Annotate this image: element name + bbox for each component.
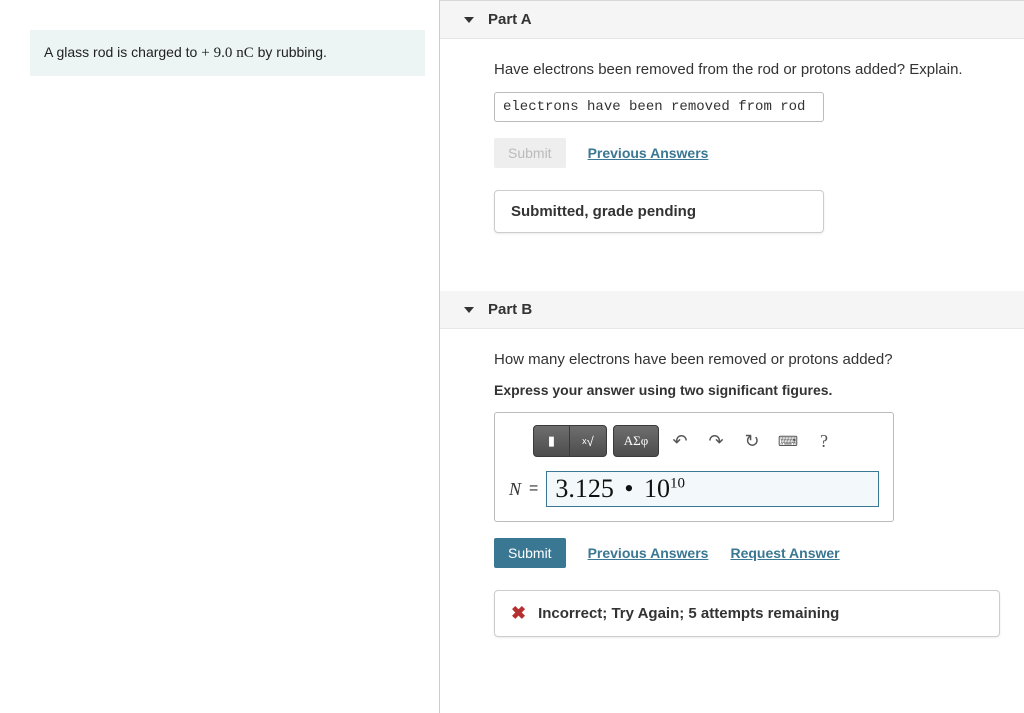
caret-down-icon (464, 17, 474, 23)
answer-ten: 10 (644, 474, 670, 503)
variable-label: N (509, 479, 521, 500)
answer-panel: Part A Have electrons been removed from … (440, 0, 1024, 713)
part-b-status: ✖ Incorrect; Try Again; 5 attempts remai… (494, 590, 1000, 637)
greek-icon[interactable]: ΑΣφ (614, 426, 658, 456)
problem-suffix: by rubbing. (254, 44, 327, 60)
equation-input[interactable]: 3.125 • 1010 (546, 471, 879, 507)
caret-down-icon (464, 307, 474, 313)
equation-toolbar: ▮ x√ ΑΣφ ↶ ↷ ↻ ⌨ ? (509, 425, 879, 457)
part-a-previous-answers-link[interactable]: Previous Answers (588, 145, 709, 161)
part-a-body: Have electrons been removed from the rod… (440, 39, 1024, 261)
problem-value: 9.0 (214, 45, 233, 61)
problem-prefix: A glass rod is charged to (44, 44, 201, 60)
problem-unit: nC (236, 45, 254, 61)
equation-input-row: N = 3.125 • 1010 (509, 471, 879, 507)
part-b-submit-button[interactable]: Submit (494, 538, 566, 568)
radical-icon[interactable]: x√ (570, 426, 606, 456)
part-a-answer-input[interactable]: electrons have been removed from rod (494, 92, 824, 122)
part-b-instruction: Express your answer using two significan… (494, 382, 1000, 398)
part-b-previous-answers-link[interactable]: Previous Answers (588, 545, 709, 561)
part-b-question: How many electrons have been removed or … (494, 351, 1000, 368)
part-b-title: Part B (488, 301, 532, 318)
answer-dot: • (620, 474, 637, 503)
part-a-status: Submitted, grade pending (494, 190, 824, 233)
answer-base: 3.125 (555, 474, 614, 503)
part-a-submit-button: Submit (494, 138, 566, 168)
part-b-request-answer-link[interactable]: Request Answer (730, 545, 839, 561)
tool-group-templates: ▮ x√ (533, 425, 607, 457)
part-b-status-text: Incorrect; Try Again; 5 attempts remaini… (538, 605, 839, 622)
redo-icon[interactable]: ↷ (701, 426, 731, 456)
problem-panel: A glass rod is charged to + 9.0 nC by ru… (0, 0, 440, 713)
problem-sign: + (201, 45, 209, 61)
tool-group-greek: ΑΣφ (613, 425, 659, 457)
keyboard-icon[interactable]: ⌨ (773, 426, 803, 456)
template-icon[interactable]: ▮ (534, 426, 570, 456)
page: A glass rod is charged to + 9.0 nC by ru… (0, 0, 1024, 713)
part-a-title: Part A (488, 11, 532, 28)
spacer (440, 261, 1024, 291)
equation-editor: ▮ x√ ΑΣφ ↶ ↷ ↻ ⌨ ? N = 3.125 (494, 412, 894, 522)
part-a-question: Have electrons been removed from the rod… (494, 61, 1000, 78)
undo-icon[interactable]: ↶ (665, 426, 695, 456)
answer-exponent: 10 (670, 475, 685, 491)
part-a-buttons: Submit Previous Answers (494, 138, 1000, 168)
equals-sign: = (529, 480, 538, 498)
reset-icon[interactable]: ↻ (737, 426, 767, 456)
part-b-buttons: Submit Previous Answers Request Answer (494, 538, 1000, 568)
part-b-header[interactable]: Part B (440, 291, 1024, 329)
x-icon: ✖ (511, 603, 526, 624)
part-a-header[interactable]: Part A (440, 1, 1024, 39)
part-b-body: How many electrons have been removed or … (440, 329, 1024, 665)
help-icon[interactable]: ? (809, 426, 839, 456)
problem-statement: A glass rod is charged to + 9.0 nC by ru… (30, 30, 425, 76)
